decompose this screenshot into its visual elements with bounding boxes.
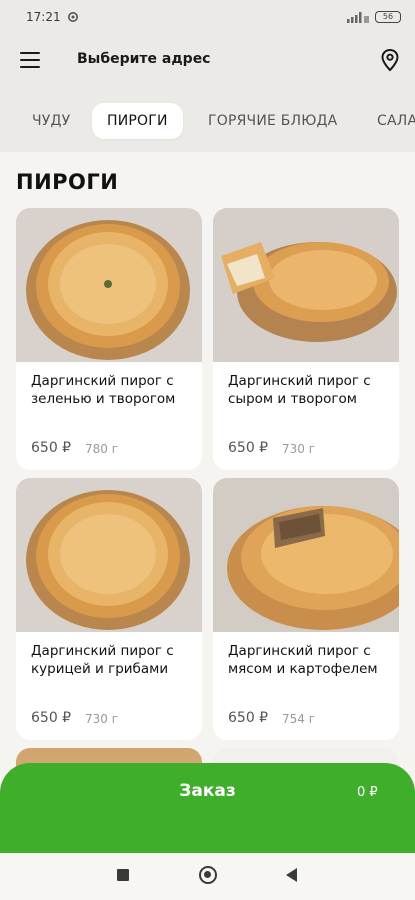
product-image <box>16 478 202 632</box>
signal-icon <box>347 12 369 23</box>
tab-pirogi[interactable]: ПИРОГИ <box>92 103 183 139</box>
status-left: 17:21 <box>26 10 79 24</box>
product-price: 650 ₽ <box>31 710 72 726</box>
product-card[interactable]: Даргинский пирог с курицей и грибами 650… <box>16 478 202 740</box>
product-name: Даргинский пирог с зеленью и творогом <box>31 373 176 407</box>
tab-hot-dishes[interactable]: ГОРЯЧИЕ БЛЮДА <box>208 103 337 139</box>
product-image <box>16 208 202 362</box>
settings-icon <box>67 12 78 22</box>
home-icon[interactable] <box>199 866 217 884</box>
status-right: 56 <box>347 11 401 23</box>
hamburger-menu-icon[interactable] <box>20 52 40 68</box>
recent-apps-icon[interactable] <box>117 869 129 881</box>
category-tabs: ЧУДУ ПИРОГИ ГОРЯЧИЕ БЛЮДА САЛА <box>0 86 415 152</box>
product-name: Даргинский пирог с мясом и картофелем <box>228 643 378 677</box>
product-price: 650 ₽ <box>31 440 72 456</box>
product-name: Даргинский пирог с сыром и творогом <box>228 373 371 407</box>
product-weight: 780 г <box>85 442 119 456</box>
tab-chudu[interactable]: ЧУДУ <box>32 103 70 139</box>
order-total: 0 ₽ <box>357 785 378 800</box>
product-weight: 754 г <box>282 712 316 726</box>
product-weight: 730 г <box>85 712 119 726</box>
tab-salads[interactable]: САЛА <box>377 103 415 139</box>
product-card[interactable]: Даргинский пирог с мясом и картофелем 65… <box>213 478 399 740</box>
status-bar: 17:21 56 <box>0 0 415 34</box>
system-nav-bar <box>0 853 415 900</box>
product-weight: 730 г <box>282 442 316 456</box>
product-price: 650 ₽ <box>228 710 269 726</box>
product-card[interactable]: Даргинский пирог с сыром и творогом 650 … <box>213 208 399 470</box>
product-price: 650 ₽ <box>228 440 269 456</box>
battery-level: 56 <box>382 12 394 21</box>
app-header: Выберите адрес <box>0 34 415 86</box>
product-card[interactable]: Даргинский пирог с зеленью и творогом 65… <box>16 208 202 470</box>
order-button[interactable]: Заказ 0 ₽ <box>0 763 415 853</box>
address-selector[interactable]: Выберите адрес <box>77 51 211 67</box>
status-time: 17:21 <box>26 10 61 24</box>
product-image <box>213 478 399 632</box>
product-image <box>213 208 399 362</box>
location-pin-icon[interactable] <box>380 48 400 72</box>
back-icon[interactable] <box>286 868 297 882</box>
battery-icon: 56 <box>375 11 401 23</box>
section-title: ПИРОГИ <box>16 170 119 194</box>
product-name: Даргинский пирог с курицей и грибами <box>31 643 174 677</box>
order-label: Заказ <box>179 781 236 801</box>
